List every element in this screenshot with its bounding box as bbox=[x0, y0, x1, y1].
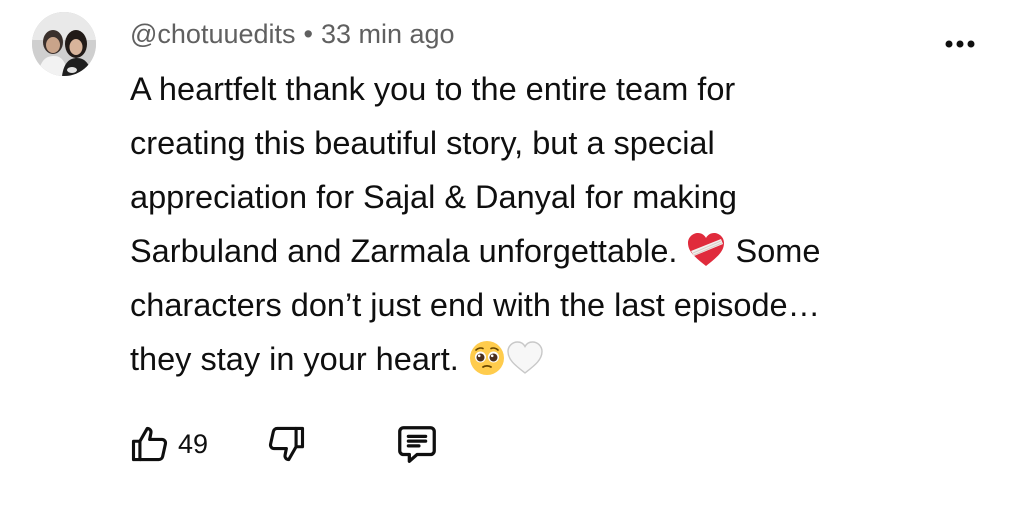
meta-separator: • bbox=[303, 18, 313, 49]
comment-line: appreciation for Sajal & Danyal for maki… bbox=[130, 179, 737, 215]
thumbs-down-icon bbox=[268, 426, 305, 462]
more-vertical-dots-icon bbox=[945, 40, 975, 48]
like-button[interactable]: 49 bbox=[128, 422, 208, 466]
comment-line: A heartfelt thank you to the entire team… bbox=[130, 71, 736, 107]
author-handle[interactable]: @chotuuedits bbox=[130, 19, 296, 50]
comment-card: @chotuuedits • 33 min ago A heartfelt th… bbox=[0, 0, 1024, 513]
comment-text: A heartfelt thank you to the entire team… bbox=[130, 62, 990, 386]
comment-line: they stay in your heart. bbox=[130, 341, 459, 377]
thumbs-up-icon bbox=[131, 426, 168, 462]
comment-timestamp: 33 min ago bbox=[320, 18, 455, 49]
comment-line-with-emoji: Sarbuland and Zarmala unforgettable. Som… bbox=[130, 224, 990, 278]
comment-actions: 49 bbox=[128, 416, 440, 472]
comment-meta: @chotuuedits • 33 min ago bbox=[130, 16, 455, 52]
comment-line: Sarbuland and Zarmala unforgettable. bbox=[130, 233, 678, 269]
dislike-button[interactable] bbox=[264, 422, 308, 466]
avatar-image bbox=[32, 12, 96, 76]
like-count: 49 bbox=[178, 428, 209, 459]
pleading-face-emoji bbox=[468, 339, 506, 377]
comment-line: creating this beautiful story, but a spe… bbox=[130, 125, 715, 161]
white-heart-emoji bbox=[506, 340, 544, 376]
more-options-button[interactable] bbox=[938, 30, 982, 58]
comment-line: Some bbox=[735, 233, 821, 269]
reply-button[interactable] bbox=[394, 421, 440, 467]
comment-line: characters don’t just end with the last … bbox=[130, 287, 821, 323]
comment-line-with-emoji: they stay in your heart. bbox=[130, 332, 990, 386]
avatar[interactable] bbox=[32, 12, 96, 76]
comment-reply-icon bbox=[398, 426, 436, 463]
mending-heart-emoji bbox=[686, 231, 726, 269]
